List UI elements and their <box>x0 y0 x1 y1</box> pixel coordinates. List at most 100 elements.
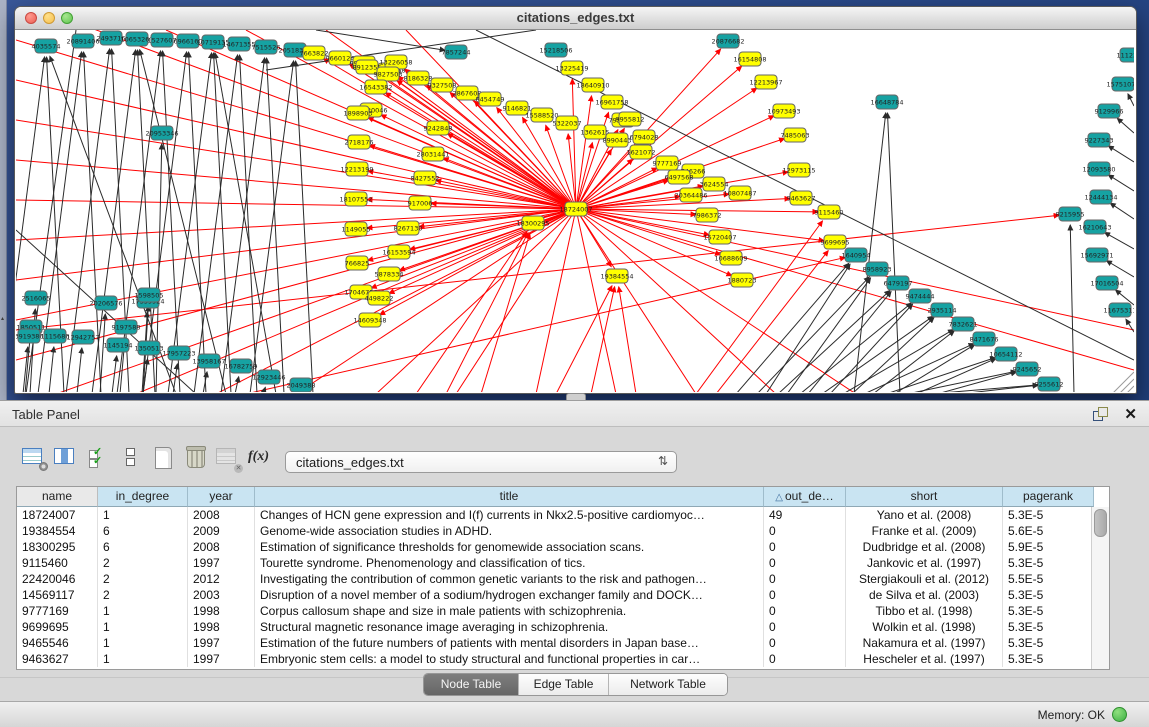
table-settings-button[interactable] <box>20 445 48 471</box>
delete-table-button[interactable]: ✕ <box>214 445 242 471</box>
graph-node-label: 16648784 <box>870 98 903 106</box>
graph-edge <box>916 358 996 392</box>
tab-edge-table[interactable]: Edge Table <box>519 674 609 695</box>
graph-edge <box>576 96 592 209</box>
table-cell: 5.3E-5 <box>1003 619 1094 635</box>
graph-edge <box>1108 146 1134 162</box>
table-row[interactable]: 969969511998Structural magnetic resonanc… <box>17 619 1094 635</box>
table-cell: Jankovic et al. (1997) <box>846 555 1003 571</box>
table-panel-title: Table Panel <box>12 407 80 422</box>
graph-edge <box>1117 118 1134 133</box>
table-cell: 2008 <box>188 539 255 555</box>
graph-edge <box>1119 379 1134 392</box>
graph-edge <box>787 278 871 392</box>
graph-node-label: 4035574 <box>32 42 61 50</box>
table-cell: Yano et al. (2008) <box>846 507 1003 523</box>
table-settings-icon <box>22 448 42 464</box>
graph-edge <box>216 209 576 392</box>
table-row[interactable]: 911546021997Tourette syndrome. Phenomeno… <box>17 555 1094 571</box>
close-panel-button[interactable]: ✕ <box>1124 405 1137 423</box>
table-row[interactable]: 1456911722003Disruption of a novel membe… <box>17 587 1094 603</box>
graph-node-label: 9327508 <box>428 81 457 89</box>
graph-node-label: 16782759 <box>224 362 257 370</box>
graph-node-label: 1898903 <box>344 109 373 117</box>
graph-node-label: 8215955 <box>1056 210 1085 218</box>
table-body: 1872400712008Changes of HCN gene express… <box>17 507 1094 667</box>
window-titlebar[interactable]: citations_edges.txt <box>15 7 1136 30</box>
table-cell: 1997 <box>188 635 255 651</box>
column-header[interactable]: △out_de… <box>764 487 846 507</box>
graph-node-label: 1145194 <box>104 341 133 349</box>
float-panel-button[interactable] <box>1093 407 1109 421</box>
table-cell: 1998 <box>188 619 255 635</box>
graph-node-label: 7663822 <box>300 49 329 57</box>
graph-edge <box>757 277 869 392</box>
app-window: ▴ citations_edges.txt 40355742089140 <box>0 0 1149 727</box>
select-columns-button[interactable]: ✓ ✓ <box>86 445 114 471</box>
table-row[interactable]: 2242004622012Investigating the contribut… <box>17 571 1094 587</box>
tab-network-table[interactable]: Network Table <box>609 674 727 695</box>
new-table-button[interactable] <box>150 445 178 471</box>
table-cell: 14569117 <box>17 587 98 603</box>
table-scrollbar[interactable] <box>1091 507 1109 669</box>
column-header[interactable]: name <box>17 487 98 507</box>
scrollbar-thumb[interactable] <box>1094 509 1107 537</box>
delete-column-button[interactable] <box>182 445 210 471</box>
table-cell: 5.3E-5 <box>1003 651 1094 667</box>
graph-edge <box>410 209 576 249</box>
graph-canvas[interactable]: 4035574208914062493716106532671527607696… <box>16 30 1135 392</box>
memory-indicator-dot[interactable] <box>1112 707 1127 722</box>
table-cell: 2 <box>98 571 188 587</box>
graph-node-label: 6479197 <box>884 279 913 287</box>
table-row[interactable]: 946554611997Estimation of the future num… <box>17 635 1094 651</box>
graph-node-label: 17957223 <box>162 349 195 357</box>
show-columns-button[interactable] <box>52 445 80 471</box>
graph-node-label: 3624554 <box>700 180 729 188</box>
column-header[interactable]: short <box>846 487 1003 507</box>
table-row[interactable]: 946362711997Embryonic stem cells: a mode… <box>17 651 1094 667</box>
graph-node-label: 917006 <box>408 199 433 207</box>
graph-node-label: 4498222 <box>365 294 394 302</box>
graph-edge <box>399 209 576 270</box>
memory-status-label: Memory: OK <box>1038 708 1105 722</box>
table-cell: Genome-wide association studies in ADHD. <box>255 523 764 539</box>
column-header[interactable]: pagerank <box>1003 487 1094 507</box>
graph-node-label: 1621072 <box>627 148 656 156</box>
function-builder-button[interactable]: f(x) <box>248 445 276 471</box>
graph-node-label: 2516065 <box>22 294 51 302</box>
column-header[interactable]: in_degree <box>98 487 188 507</box>
graph-node-label: 7485063 <box>781 131 810 139</box>
graph-edge <box>16 120 576 209</box>
row-height-button[interactable] <box>118 445 146 471</box>
graph-node-label: 7832621 <box>949 320 978 328</box>
table-cell: Franke et al. (2009) <box>846 523 1003 539</box>
graph-node-label: 20364486 <box>674 191 707 199</box>
table-row[interactable]: 1830029562008Estimation of significance … <box>17 539 1094 555</box>
table-cell: 1 <box>98 619 188 635</box>
table-row[interactable]: 977716911998Corpus callosum shape and si… <box>17 603 1094 619</box>
graph-edge <box>189 52 206 392</box>
table-cell: Wolkin et al. (1998) <box>846 619 1003 635</box>
table-cell: 6 <box>98 523 188 539</box>
graph-node-label: 5322037 <box>553 119 582 127</box>
table-row[interactable]: 1872400712008Changes of HCN gene express… <box>17 507 1094 523</box>
graph-node-label: 10807487 <box>723 189 756 197</box>
tab-node-table[interactable]: Node Table <box>424 674 519 695</box>
graph-node-label: 2718176 <box>345 138 374 146</box>
graph-edge <box>215 53 276 392</box>
table-source-dropdown[interactable]: citations_edges.txt ⇅ <box>285 451 677 473</box>
table-row[interactable]: 1938455462009Genome-wide association stu… <box>17 523 1094 539</box>
graph-node-label: 7515526 <box>252 43 281 51</box>
graph-node-label: 20206576 <box>89 299 122 307</box>
graph-node-label: 8990443 <box>603 136 632 144</box>
column-header[interactable]: title <box>255 487 764 507</box>
graph-node-label: 9129966 <box>1095 107 1124 115</box>
graph-svg[interactable]: 4035574208914062493716106532671527607696… <box>16 30 1134 392</box>
graph-node-label: 18640910 <box>576 81 609 89</box>
graph-edge <box>16 215 1059 330</box>
graph-edge <box>240 55 257 392</box>
column-header[interactable]: year <box>188 487 255 507</box>
table-cell: 22420046 <box>17 571 98 587</box>
graph-node-label: 10973493 <box>767 107 800 115</box>
graph-edge <box>16 230 196 392</box>
